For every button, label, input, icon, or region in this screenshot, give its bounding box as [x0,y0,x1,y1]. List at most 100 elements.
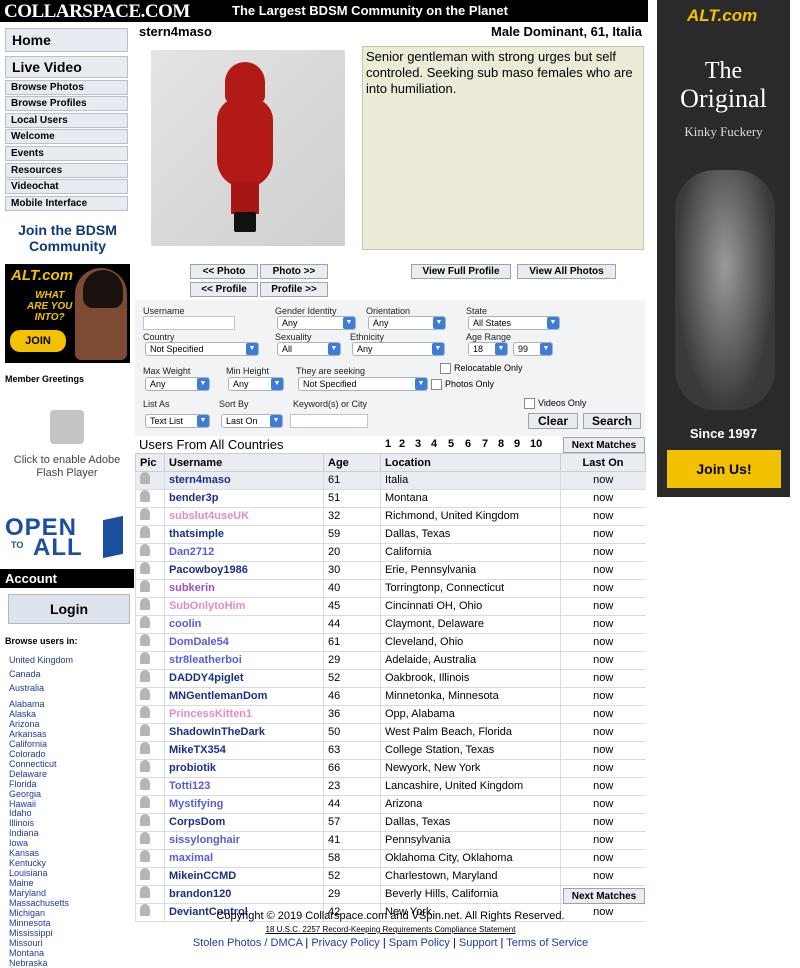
page-link[interactable]: 2 [399,438,405,450]
page-link[interactable]: 3 [415,438,421,450]
browse-state-link[interactable]: Hawaii [9,799,36,809]
row-username[interactable]: SubOnlytoHim [164,597,324,616]
browse-state-link[interactable]: Illinois [9,818,34,828]
footer-link[interactable]: Stolen Photos / DMCA [193,937,302,949]
row-pic-cell[interactable] [135,867,165,886]
browse-state-link[interactable]: Indiana [9,828,39,838]
page-link[interactable]: 5 [448,438,454,450]
row-username[interactable]: coolin [164,615,324,634]
gender-select[interactable]: Any ▼ [277,316,356,330]
row-pic-cell[interactable] [135,723,165,742]
username-input[interactable] [143,316,235,330]
row-pic-cell[interactable] [135,885,165,904]
row-pic-cell[interactable] [135,471,165,490]
browse-state-link[interactable]: Colorado [9,749,46,759]
view-all-photos-button[interactable]: View All Photos [517,264,616,279]
nav-browse-profiles[interactable]: Browse Profiles [5,96,128,111]
table-row[interactable]: DADDY4piglet 52 Oakbrook, Illinois now [135,669,646,688]
browse-state-link[interactable]: Delaware [9,769,47,779]
table-row[interactable]: MikeTX354 63 College Station, Texas now [135,741,646,760]
table-row[interactable]: Totti123 23 Lancashire, United Kingdom now [135,777,646,796]
table-row[interactable]: maximal 58 Oklahoma City, Oklahoma now [135,849,646,868]
browse-country-link[interactable]: Canada [9,669,41,679]
row-pic-cell[interactable] [135,741,165,760]
row-username[interactable]: sissylonghair [164,831,324,850]
table-row[interactable]: subkerin 40 Torringtonp, Connecticut now [135,579,646,598]
row-username[interactable]: Totti123 [164,777,324,796]
nav-home[interactable]: Home [5,28,128,52]
left-ad-banner[interactable]: ALT.com WHAT ARE YOU INTO? JOIN FREE [5,264,130,363]
row-username[interactable]: str8leatherboi [164,651,324,670]
open-to-all-banner[interactable]: OPEN TO ALL [5,514,133,561]
min-height-select[interactable]: Any ▼ [228,377,284,391]
browse-state-link[interactable]: Connecticut [9,759,57,769]
row-username[interactable]: bender3p [164,489,324,508]
row-pic-cell[interactable] [135,813,165,832]
browse-state-link[interactable]: Maryland [9,888,46,898]
row-username[interactable]: DADDY4piglet [164,669,324,688]
relocatable-checkbox[interactable]: Relocatable Only [440,363,523,375]
next-photo-button[interactable]: Photo >> [260,264,328,279]
row-pic-cell[interactable] [135,489,165,508]
browse-state-link[interactable]: California [9,739,47,749]
row-username[interactable]: stern4maso [164,471,324,490]
table-row[interactable]: bender3p 51 Montana now [135,489,646,508]
browse-state-link[interactable]: Maine [9,878,34,888]
nav-live-video[interactable]: Live Video [5,56,128,78]
profile-username[interactable]: stern4maso [139,24,212,39]
table-row[interactable]: DomDale54 61 Cleveland, Ohio now [135,633,646,652]
browse-state-link[interactable]: Minnesota [9,918,51,928]
browse-state-link[interactable]: Alaska [9,709,36,719]
table-row[interactable]: stern4maso 61 Italia now [135,471,646,490]
table-row[interactable]: CorpsDom 57 Dallas, Texas now [135,813,646,832]
left-ad-join-button[interactable]: JOIN FREE [10,330,66,363]
page-link[interactable]: 10 [530,438,542,450]
table-row[interactable]: sissylonghair 41 Pennsylvania now [135,831,646,850]
row-pic-cell[interactable] [135,831,165,850]
compliance-link[interactable]: 18 U.S.C. 2257 Record-Keeping Requiremen… [135,925,646,934]
nav-resources[interactable]: Resources [5,163,128,178]
profile-photo[interactable] [139,40,360,255]
table-row[interactable]: coolin 44 Claymont, Delaware now [135,615,646,634]
footer-link[interactable]: Support [459,937,498,949]
next-profile-button[interactable]: Profile >> [260,282,328,297]
row-pic-cell[interactable] [135,849,165,868]
row-pic-cell[interactable] [135,651,165,670]
col-location[interactable]: Location [380,453,561,472]
row-username[interactable]: subslut4useUK [164,507,324,526]
page-link[interactable]: 1 [385,438,391,450]
next-matches-bottom-button[interactable]: Next Matches [563,888,645,904]
col-last-on[interactable]: Last On [560,453,646,472]
view-full-profile-button[interactable]: View Full Profile [411,264,511,279]
table-row[interactable]: MikeinCCMD 52 Charlestown, Maryland now [135,867,646,886]
ethnicity-select[interactable]: Any ▼ [352,342,445,356]
table-row[interactable]: str8leatherboi 29 Adelaide, Australia now [135,651,646,670]
nav-mobile-interface[interactable]: Mobile Interface [5,196,128,211]
row-username[interactable]: ShadowInTheDark [164,723,324,742]
row-username[interactable]: MNGentlemanDom [164,687,324,706]
browse-state-link[interactable]: Iowa [9,838,28,848]
country-select[interactable]: Not Specified ▼ [145,342,259,356]
right-ad-banner[interactable]: ALT.com The Original Kinky Fuckery Since… [657,0,790,497]
table-row[interactable]: MNGentlemanDom 46 Minnetonka, Minnesota now [135,687,646,706]
row-username[interactable]: maximal [164,849,324,868]
row-username[interactable]: DomDale54 [164,633,324,652]
browse-state-link[interactable]: Nebraska [9,958,48,968]
search-button[interactable]: Search [583,413,641,429]
row-username[interactable]: Pacowboy1986 [164,561,324,580]
row-pic-cell[interactable] [135,579,165,598]
orientation-select[interactable]: Any ▼ [368,316,446,330]
row-pic-cell[interactable] [135,525,165,544]
row-pic-cell[interactable] [135,705,165,724]
table-row[interactable]: Pacowboy1986 30 Erie, Pennsylvania now [135,561,646,580]
table-row[interactable]: Dan2712 20 California now [135,543,646,562]
table-row[interactable]: SubOnlytoHim 45 Cincinnati OH, Ohio now [135,597,646,616]
row-pic-cell[interactable] [135,543,165,562]
right-ad-join-button[interactable]: Join Us! [667,450,781,488]
sexuality-select[interactable]: All ▼ [277,342,341,356]
row-username[interactable]: probiotik [164,759,324,778]
browse-state-link[interactable]: Michigan [9,908,45,918]
browse-country-link[interactable]: Australia [9,683,44,693]
nav-local-users[interactable]: Local Users [5,113,128,128]
browse-country-link[interactable]: United Kingdom [9,655,73,665]
